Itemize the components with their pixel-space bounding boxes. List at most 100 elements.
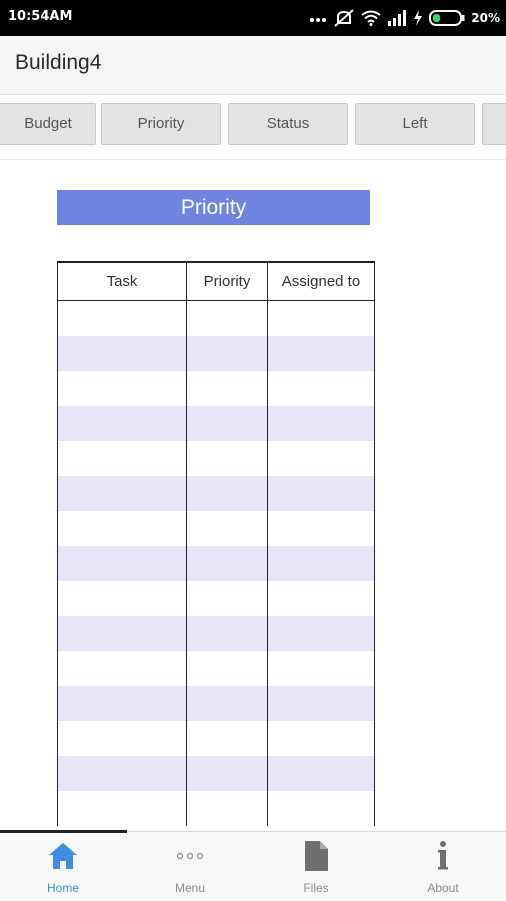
cell-task[interactable] xyxy=(57,791,187,826)
cell-assigned-to[interactable] xyxy=(267,546,375,581)
home-icon xyxy=(47,840,79,877)
cell-priority[interactable] xyxy=(186,581,268,616)
battery-icon xyxy=(429,10,465,26)
tab-label: Status xyxy=(266,115,310,132)
cell-assigned-to[interactable] xyxy=(267,791,375,826)
table-row[interactable] xyxy=(57,300,375,336)
column-header-assigned-to[interactable]: Assigned to xyxy=(267,261,375,301)
app-bar: Building4 xyxy=(0,36,506,95)
table-body xyxy=(57,300,375,826)
cell-assigned-to[interactable] xyxy=(267,581,375,616)
table-row[interactable] xyxy=(57,406,375,441)
cell-assigned-to[interactable] xyxy=(267,476,375,511)
cell-task[interactable] xyxy=(57,651,187,686)
table-row[interactable] xyxy=(57,511,375,546)
tab-status[interactable]: Status xyxy=(228,103,348,145)
cell-priority[interactable] xyxy=(186,686,268,721)
table-row[interactable] xyxy=(57,686,375,721)
nav-menu[interactable]: Menu xyxy=(127,832,253,901)
cell-priority[interactable] xyxy=(186,721,268,756)
nav-files[interactable]: Files xyxy=(253,832,379,901)
cell-assigned-to[interactable] xyxy=(267,300,375,336)
tab-priority[interactable]: Priority xyxy=(101,103,221,145)
table-row[interactable] xyxy=(57,581,375,616)
cell-task[interactable] xyxy=(57,371,187,406)
table-header-row: Task Priority Assigned to xyxy=(57,261,375,301)
cell-assigned-to[interactable] xyxy=(267,756,375,791)
cell-priority[interactable] xyxy=(186,616,268,651)
status-icons: 20% xyxy=(309,6,500,30)
bottom-nav: Home Menu Files About xyxy=(0,830,506,901)
table-row[interactable] xyxy=(57,336,375,371)
status-bar: 10:54AM 20% xyxy=(0,0,506,36)
cell-priority[interactable] xyxy=(186,651,268,686)
table-row[interactable] xyxy=(57,476,375,511)
cell-priority[interactable] xyxy=(186,511,268,546)
column-header-task[interactable]: Task xyxy=(57,261,187,301)
status-time: 10:54AM xyxy=(8,9,73,24)
file-icon xyxy=(300,840,332,877)
cell-assigned-to[interactable] xyxy=(267,721,375,756)
cell-priority[interactable] xyxy=(186,546,268,581)
cell-task[interactable] xyxy=(57,756,187,791)
cell-assigned-to[interactable] xyxy=(267,371,375,406)
table-row[interactable] xyxy=(57,441,375,476)
cell-task[interactable] xyxy=(57,511,187,546)
table-row[interactable] xyxy=(57,616,375,651)
cell-priority[interactable] xyxy=(186,406,268,441)
cell-task[interactable] xyxy=(57,336,187,371)
table-row[interactable] xyxy=(57,791,375,826)
tab-strip[interactable]: Budget Priority Status Left xyxy=(0,95,506,160)
cell-assigned-to[interactable] xyxy=(267,511,375,546)
table-row[interactable] xyxy=(57,651,375,686)
cell-task[interactable] xyxy=(57,300,187,336)
cell-assigned-to[interactable] xyxy=(267,441,375,476)
table-row[interactable] xyxy=(57,546,375,581)
table-row[interactable] xyxy=(57,721,375,756)
battery-percentage: 20% xyxy=(471,11,500,25)
nav-label: Menu xyxy=(174,881,206,895)
priority-table: Task Priority Assigned to xyxy=(57,261,375,826)
column-header-priority[interactable]: Priority xyxy=(186,261,268,301)
cell-task[interactable] xyxy=(57,546,187,581)
cell-assigned-to[interactable] xyxy=(267,651,375,686)
table-row[interactable] xyxy=(57,756,375,791)
cell-assigned-to[interactable] xyxy=(267,686,375,721)
cell-task[interactable] xyxy=(57,441,187,476)
info-icon xyxy=(427,840,459,877)
cell-task[interactable] xyxy=(57,476,187,511)
cell-assigned-to[interactable] xyxy=(267,336,375,371)
cell-task[interactable] xyxy=(57,721,187,756)
cell-priority[interactable] xyxy=(186,476,268,511)
nav-home[interactable]: Home xyxy=(0,832,126,901)
cell-task[interactable] xyxy=(57,616,187,651)
cell-task[interactable] xyxy=(57,406,187,441)
nav-label: Files xyxy=(303,881,329,895)
tab-budget[interactable]: Budget xyxy=(0,103,96,145)
table-row[interactable] xyxy=(57,371,375,406)
cell-priority[interactable] xyxy=(186,441,268,476)
cell-task[interactable] xyxy=(57,686,187,721)
nav-label: About xyxy=(427,881,459,895)
tab-next-partial[interactable] xyxy=(482,103,506,145)
nav-label: Home xyxy=(46,881,79,895)
cell-assigned-to[interactable] xyxy=(267,406,375,441)
dots-icon xyxy=(309,13,327,23)
mute-icon xyxy=(333,8,355,28)
signal-icon xyxy=(387,10,407,26)
cell-assigned-to[interactable] xyxy=(267,616,375,651)
nav-about[interactable]: About xyxy=(380,832,506,901)
more-dots-icon xyxy=(174,840,206,877)
charging-icon xyxy=(413,10,423,26)
cell-priority[interactable] xyxy=(186,371,268,406)
tab-label: Budget xyxy=(24,115,72,132)
wifi-icon xyxy=(361,10,381,26)
cell-priority[interactable] xyxy=(186,791,268,826)
tab-label: Priority xyxy=(137,115,185,132)
cell-task[interactable] xyxy=(57,581,187,616)
tab-left[interactable]: Left xyxy=(355,103,475,145)
cell-priority[interactable] xyxy=(186,336,268,371)
cell-priority[interactable] xyxy=(186,300,268,336)
tab-label: Left xyxy=(402,115,428,132)
cell-priority[interactable] xyxy=(186,756,268,791)
